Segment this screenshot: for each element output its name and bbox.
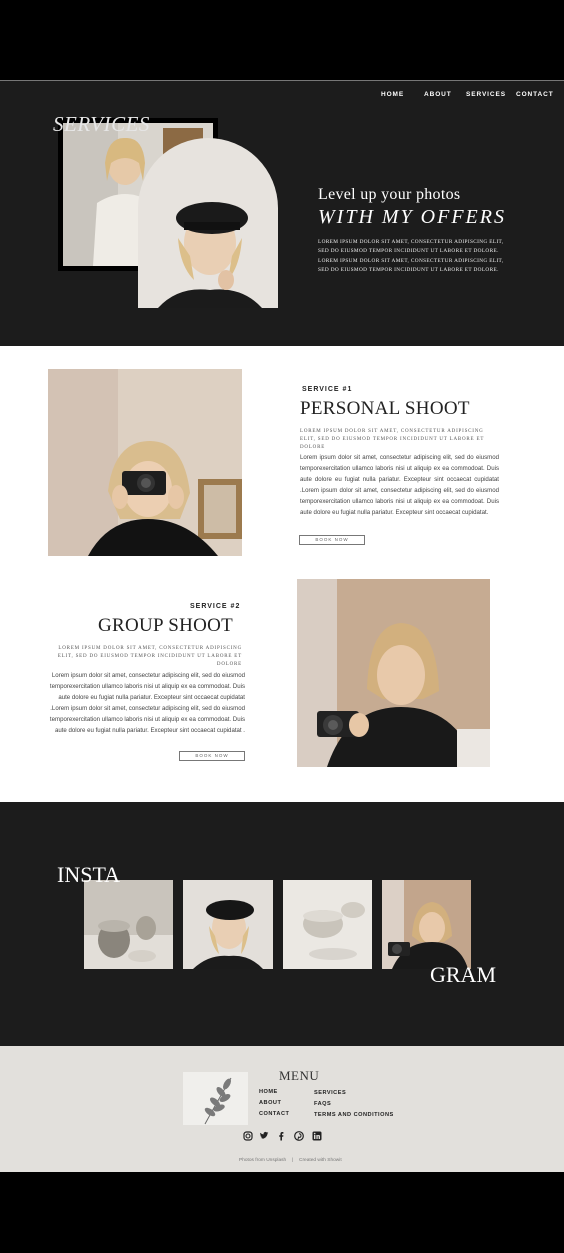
insta-photo-woman-cap — [183, 880, 273, 969]
nav-about[interactable]: ABOUT — [424, 91, 452, 98]
hero-subtitle: Level up your photos — [318, 186, 461, 203]
hero-body-text: LOREM IPSUM DOLOR SIT AMET, CONSECTETUR … — [318, 239, 504, 273]
twitter-icon[interactable] — [259, 1131, 269, 1141]
insta-photo-woman-camera — [382, 880, 471, 969]
top-divider — [0, 80, 564, 81]
instagram-icon[interactable] — [243, 1131, 253, 1141]
service2-title: GROUP SHOOT — [98, 615, 234, 636]
nav-home[interactable]: HOME — [381, 91, 404, 98]
facebook-icon[interactable] — [276, 1131, 286, 1141]
linkedin-icon[interactable] — [312, 1131, 322, 1141]
footer-menu-title: MENU — [279, 1068, 320, 1083]
footer-link-contact[interactable]: CONTACT — [259, 1111, 289, 1117]
service1-book-button[interactable]: BOOK NOW — [299, 535, 365, 545]
hero-headline: WITH MY OFFERS — [318, 206, 506, 228]
service1-label: SERVICE #1 — [302, 386, 353, 393]
service2-caps-text: LOREM IPSUM DOLOR SIT AMET, CONSECTETUR … — [57, 646, 242, 668]
hero-title: SERVICES — [53, 112, 150, 136]
service1-title: PERSONAL SHOOT — [300, 398, 470, 419]
insta-photo-ceramics-light — [283, 880, 372, 969]
pinterest-icon[interactable] — [294, 1131, 304, 1141]
nav-contact[interactable]: CONTACT — [516, 91, 554, 98]
footer-link-services[interactable]: SERVICES — [314, 1090, 346, 1096]
footer-link-terms[interactable]: TERMS AND CONDITIONS — [314, 1112, 394, 1118]
footer-leaf-logo — [183, 1072, 248, 1125]
service2-body-text: Lorem ipsum dolor sit amet, consectetur … — [49, 672, 245, 734]
footer-link-faqs[interactable]: FAQS — [314, 1101, 331, 1107]
service2-label: SERVICE #2 — [190, 603, 241, 610]
hero-photo-woman-black-cap — [138, 138, 278, 308]
service1-body-text: Lorem ipsum dolor sit amet, consectetur … — [300, 454, 499, 516]
footer-credit-showit[interactable]: Created with Showit — [299, 1158, 342, 1163]
service1-caps-text: LOREM IPSUM DOLOR SIT AMET, CONSECTETUR … — [300, 429, 485, 451]
nav-services[interactable]: SERVICES — [466, 91, 506, 98]
service1-photo — [48, 369, 242, 556]
footer-credit-separator: | — [292, 1158, 294, 1163]
service2-book-button[interactable]: BOOK NOW — [179, 751, 245, 761]
footer-link-about[interactable]: ABOUT — [259, 1100, 281, 1106]
insta-photo-ceramics — [84, 880, 173, 969]
service2-photo — [297, 579, 490, 767]
footer-link-home[interactable]: HOME — [259, 1089, 278, 1095]
footer — [0, 1046, 564, 1172]
insta-word-right: GRAM — [430, 962, 497, 987]
insta-word-left: INSTA — [57, 862, 121, 887]
footer-credit-photos[interactable]: Photos from Unsplash — [239, 1158, 286, 1163]
